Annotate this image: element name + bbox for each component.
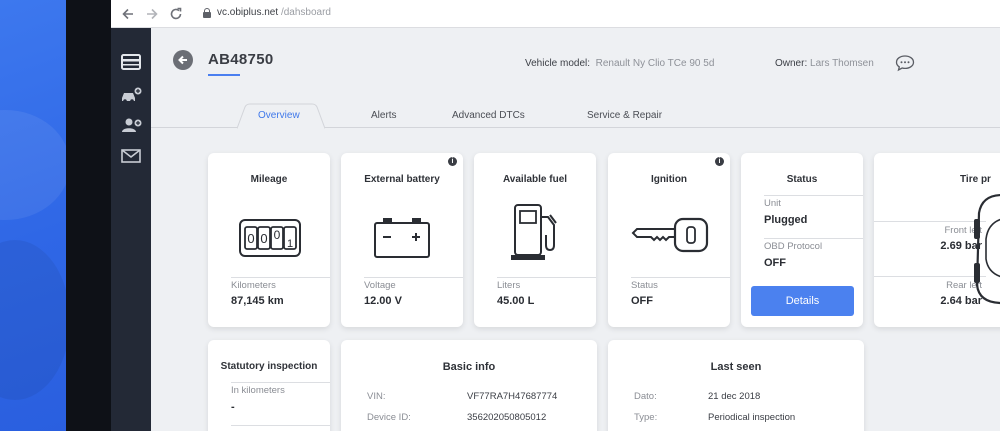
tab-alerts[interactable]: Alerts xyxy=(371,110,397,121)
odometer-digit: 0 xyxy=(260,231,267,246)
mileage-value: 87,145 km xyxy=(231,295,284,307)
odometer-digit: 0 xyxy=(247,231,254,246)
tab-service-repair[interactable]: Service & Repair xyxy=(587,110,662,121)
basic-info-title: Basic info xyxy=(442,361,496,373)
vin-value: VF77RA7H47687774 xyxy=(467,391,558,402)
reload-icon[interactable] xyxy=(167,5,185,23)
chat-bubble-icon[interactable] xyxy=(895,54,915,72)
statutory-title: Statutory inspection xyxy=(220,361,318,372)
battery-icon xyxy=(374,218,430,258)
dashboard-card-icon[interactable] xyxy=(119,51,143,73)
unit-value: Plugged xyxy=(764,214,808,226)
mileage-title: Mileage xyxy=(250,174,288,185)
tire-pressure-card: Tire pr Front left 2.69 bar Rear left 2.… xyxy=(874,153,1000,327)
battery-value: 12.00 V xyxy=(364,295,402,307)
key-icon xyxy=(631,217,709,253)
obd-value: OFF xyxy=(764,257,786,269)
last-seen-card: Last seen Dato: 21 dec 2018 Type: Period… xyxy=(608,340,864,431)
browser-toolbar: vc.obiplus.net /dahsboard xyxy=(111,0,1000,28)
status-title: Status xyxy=(786,174,818,185)
odometer-digit: 1 xyxy=(287,238,293,250)
info-icon[interactable]: i xyxy=(715,157,724,166)
details-button[interactable]: Details xyxy=(751,286,854,316)
battery-label: Voltage xyxy=(364,280,396,291)
unit-label: Unit xyxy=(764,198,781,209)
obd-label: OBD Protocol xyxy=(764,241,823,252)
device-id-label: Device ID: xyxy=(367,412,411,423)
tire-title: Tire pr xyxy=(960,174,991,185)
back-arrow-icon[interactable] xyxy=(119,5,137,23)
date-label: Dato: xyxy=(634,391,657,402)
battery-title: External battery xyxy=(364,174,440,185)
mail-icon[interactable] xyxy=(119,145,143,167)
back-circle-icon[interactable] xyxy=(173,50,193,70)
add-vehicle-icon[interactable] xyxy=(119,84,143,106)
add-user-icon[interactable] xyxy=(119,114,143,136)
fuel-title: Available fuel xyxy=(502,174,568,185)
owner-info: Owner: Lars Thomsen xyxy=(775,58,874,69)
last-seen-title: Last seen xyxy=(710,361,762,373)
mileage-label: Kilometers xyxy=(231,280,276,291)
ignition-label: Status xyxy=(631,280,658,291)
info-icon[interactable]: i xyxy=(448,157,457,166)
ignition-card: i Ignition Status OFF xyxy=(608,153,730,327)
url-field[interactable]: vc.obiplus.net /dahsboard xyxy=(217,7,331,18)
status-card: Status Unit Plugged OBD Protocol OFF Det… xyxy=(741,153,863,327)
main-content: AB48750 Vehicle model: Renault Ny Clio T… xyxy=(151,28,1000,431)
odometer-icon: 0 0 0 1 xyxy=(239,219,301,257)
vehicle-model: Vehicle model: Renault Ny Clio TCe 90 5d xyxy=(525,58,715,69)
date-value: 21 dec 2018 xyxy=(708,391,761,402)
vehicle-id-underline xyxy=(208,74,240,76)
desktop-wallpaper xyxy=(0,0,66,431)
fuel-card: Available fuel Liters 45.00 L xyxy=(474,153,596,327)
fuel-pump-icon xyxy=(511,204,557,260)
ignition-value: OFF xyxy=(631,295,653,307)
fuel-label: Liters xyxy=(497,280,521,291)
statutory-inspection-card: Statutory inspection In kilometers - xyxy=(208,340,330,431)
type-label: Type: xyxy=(634,412,658,423)
browser-window: vc.obiplus.net /dahsboard AB48750 Vehicl… xyxy=(111,0,1000,431)
statutory-value: - xyxy=(231,401,235,413)
odometer-digit: 0 xyxy=(274,228,281,242)
car-top-view-icon xyxy=(974,194,1000,304)
vehicle-id: AB48750 xyxy=(208,51,274,68)
tab-overview[interactable]: Overview xyxy=(258,110,300,121)
fuel-value: 45.00 L xyxy=(497,295,535,307)
monitor-bezel xyxy=(66,0,111,431)
vin-label: VIN: xyxy=(367,391,386,402)
forward-arrow-icon[interactable] xyxy=(143,5,161,23)
app-sidebar xyxy=(111,28,151,431)
tab-advanced-dtcs[interactable]: Advanced DTCs xyxy=(452,110,525,121)
lock-icon xyxy=(203,8,211,18)
statutory-label: In kilometers xyxy=(231,385,285,396)
ignition-title: Ignition xyxy=(650,174,688,185)
battery-card: i External battery Voltage 12.00 V xyxy=(341,153,463,327)
type-value: Periodical inspection xyxy=(708,412,796,423)
mileage-card: Mileage 0 0 0 1 Kilometers 87,145 km xyxy=(208,153,330,327)
basic-info-card: Basic info VIN: VF77RA7H47687774 Device … xyxy=(341,340,597,431)
device-id-value: 356202050805012 xyxy=(467,412,547,423)
